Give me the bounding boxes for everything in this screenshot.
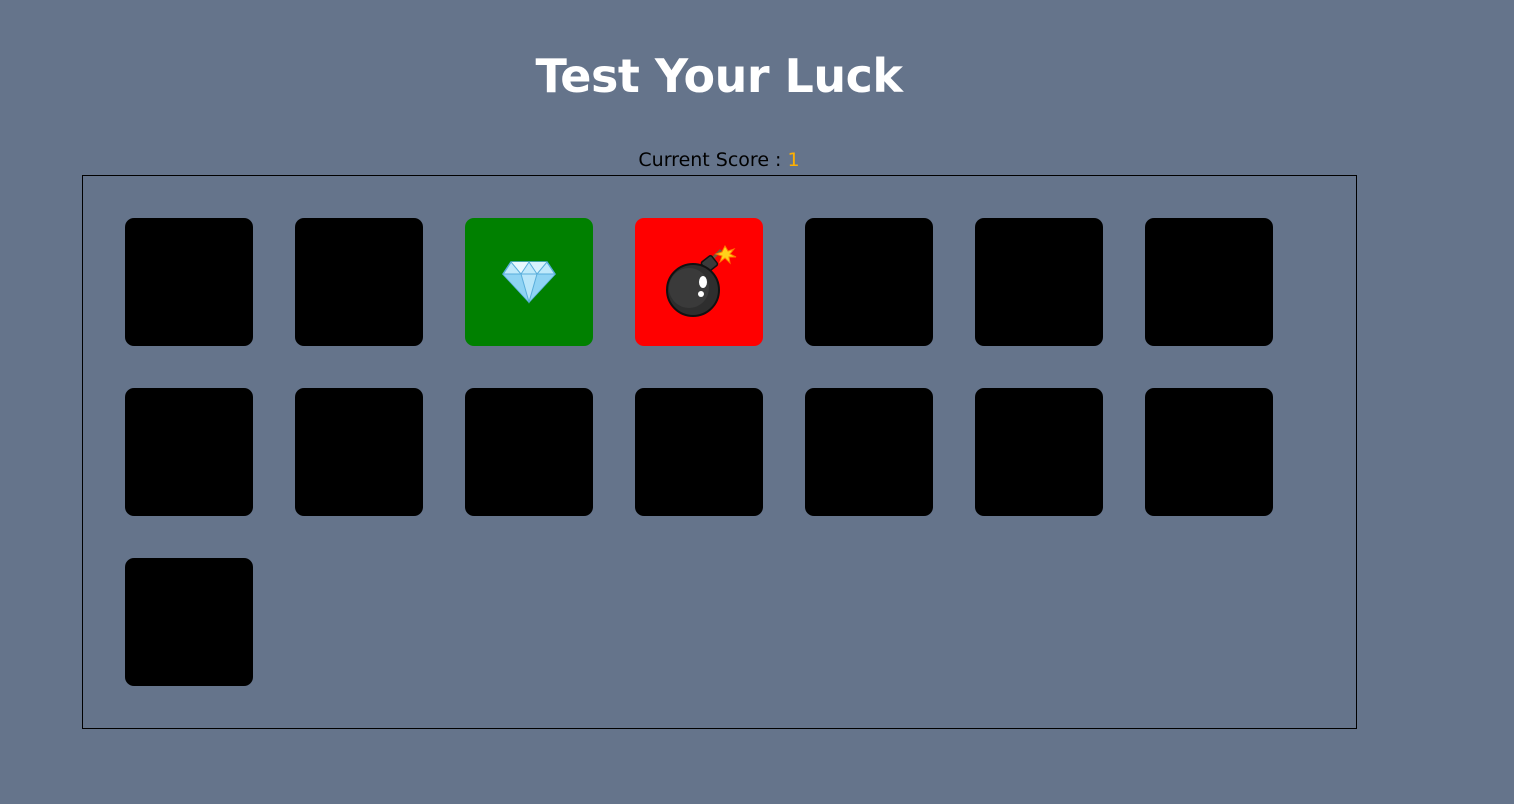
tile-hidden[interactable]	[1145, 218, 1273, 346]
bomb-icon	[659, 242, 739, 322]
tile-hidden[interactable]	[125, 218, 253, 346]
tile-hidden[interactable]	[465, 388, 593, 516]
tile-grid	[125, 218, 1275, 686]
tile-hidden[interactable]	[975, 388, 1103, 516]
game-board	[82, 175, 1357, 729]
score-label: Current Score :	[638, 149, 782, 171]
tile-hidden[interactable]	[1145, 388, 1273, 516]
tile-gem[interactable]	[465, 218, 593, 346]
tile-hidden[interactable]	[295, 218, 423, 346]
tile-hidden[interactable]	[805, 218, 933, 346]
tile-hidden[interactable]	[635, 388, 763, 516]
game-page: Test Your Luck Current Score : 1	[0, 0, 1514, 804]
tile-hidden[interactable]	[295, 388, 423, 516]
tile-hidden[interactable]	[125, 388, 253, 516]
tile-hidden[interactable]	[805, 388, 933, 516]
tile-bomb[interactable]	[635, 218, 763, 346]
tile-hidden[interactable]	[125, 558, 253, 686]
tile-hidden[interactable]	[975, 218, 1103, 346]
page-title: Test Your Luck	[535, 49, 903, 103]
score-value: 1	[787, 149, 800, 171]
score-display: Current Score : 1	[0, 146, 1438, 174]
diamond-icon	[501, 258, 557, 306]
